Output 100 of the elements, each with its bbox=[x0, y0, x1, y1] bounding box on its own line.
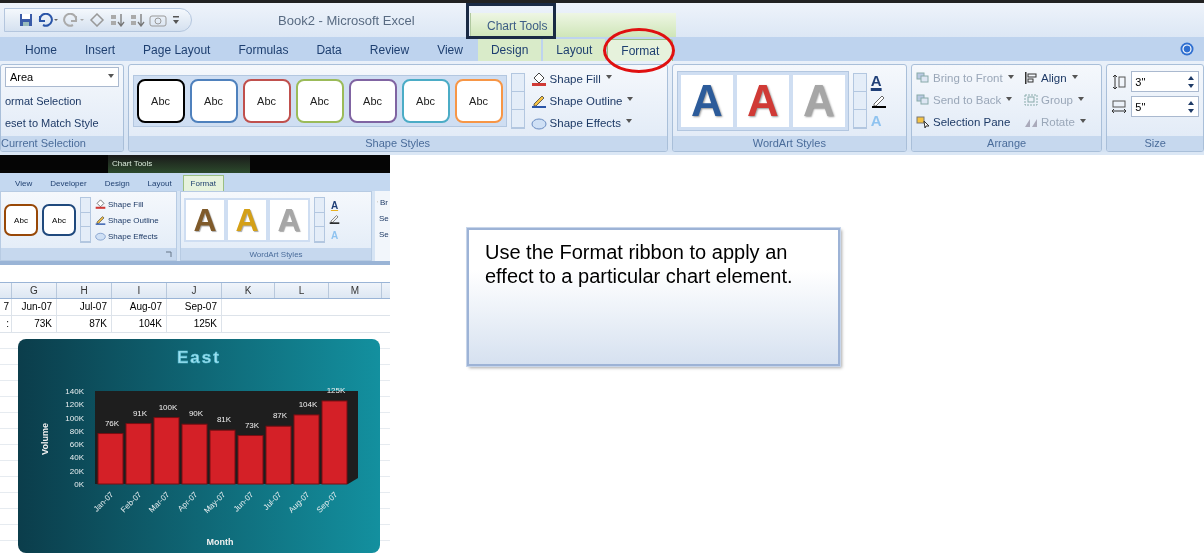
axis-tick-label: 40K bbox=[69, 453, 84, 463]
shape-style-swatch[interactable]: Abc bbox=[401, 78, 450, 123]
ribbon-command[interactable]: Shape Effects bbox=[95, 229, 159, 243]
bar bbox=[293, 414, 320, 485]
ribbon-tab[interactable]: Design bbox=[97, 176, 137, 191]
column-header[interactable]: I bbox=[112, 283, 167, 298]
size-spin-field[interactable]: 3" bbox=[1131, 71, 1199, 92]
text-outline-button[interactable] bbox=[329, 213, 340, 227]
shape-style-swatch[interactable]: Abc bbox=[4, 204, 38, 236]
axis-tick-label: 120K bbox=[65, 400, 84, 410]
sort-descending-icon[interactable] bbox=[129, 13, 145, 27]
data-label: 87K bbox=[272, 411, 288, 421]
shape-effects-icon bbox=[95, 231, 106, 241]
ribbon-tab[interactable]: Home bbox=[12, 39, 70, 61]
bar bbox=[181, 423, 208, 485]
ribbon-command[interactable]: Align bbox=[1023, 67, 1102, 89]
text-fill-button[interactable]: A bbox=[870, 72, 887, 89]
shape-style-swatch[interactable]: Abc bbox=[189, 78, 238, 123]
callout-text: Use the Format ribbon to apply an effect to a particular chart element. bbox=[485, 241, 793, 287]
ribbon-tab[interactable]: Developer bbox=[43, 176, 94, 191]
table-cell: Aug-07 bbox=[112, 299, 167, 315]
wordart-style-sample[interactable]: A bbox=[736, 74, 789, 127]
column-header[interactable]: M bbox=[329, 283, 382, 298]
pencil-icon bbox=[95, 215, 106, 225]
ribbon-command[interactable]: ormat Selection bbox=[5, 90, 119, 112]
x-axis-title: Month bbox=[206, 537, 234, 547]
shapes-icon[interactable] bbox=[89, 13, 105, 27]
table-cell: Jun-07 bbox=[12, 299, 57, 315]
spin-arrows-icon[interactable] bbox=[1187, 99, 1195, 114]
ribbon-tab[interactable]: Format bbox=[182, 175, 224, 191]
column-header[interactable]: G bbox=[12, 283, 57, 298]
shape-style-swatch[interactable]: Abc bbox=[295, 78, 344, 123]
bar bbox=[153, 417, 180, 485]
group-label: Shape Styles bbox=[128, 136, 667, 151]
column-header[interactable]: H bbox=[57, 283, 112, 298]
ribbon-command[interactable]: eset to Match Style bbox=[5, 112, 119, 134]
ribbon-tab[interactable]: Page Layout bbox=[130, 39, 224, 61]
ribbon-tab[interactable]: Design bbox=[477, 39, 542, 61]
undo-icon[interactable] bbox=[37, 13, 59, 27]
ribbon-command[interactable]: Br bbox=[377, 195, 388, 209]
data-label: 81K bbox=[216, 415, 232, 425]
ribbon-command[interactable]: Se bbox=[377, 211, 388, 225]
group-icon bbox=[1023, 94, 1038, 106]
shape-style-swatch[interactable]: Abc bbox=[136, 78, 185, 123]
shape-style-swatch[interactable]: Abc bbox=[348, 78, 397, 123]
ribbon-command[interactable]: Shape Outline bbox=[95, 213, 159, 227]
spin-arrows-icon[interactable] bbox=[1187, 74, 1195, 89]
ribbon-command[interactable]: Shape Fill bbox=[95, 197, 159, 211]
text-fill-button[interactable]: A bbox=[329, 198, 340, 212]
align-icon bbox=[1023, 72, 1038, 84]
shape-effects-icon bbox=[530, 115, 547, 130]
size-spin-field[interactable]: 5" bbox=[1131, 96, 1199, 117]
group-label: WordArt Styles bbox=[249, 249, 303, 259]
stacked-squares-icon bbox=[915, 72, 930, 84]
stacked-squares-icon bbox=[915, 94, 930, 106]
table-cell: Jul-07 bbox=[57, 299, 112, 315]
wordart-style-sample[interactable]: A bbox=[680, 74, 733, 127]
table-cell: : bbox=[0, 316, 12, 332]
axis-tick-label: 0K bbox=[74, 480, 84, 489]
axis-tick-label: 60K bbox=[69, 440, 84, 450]
ribbon-tab[interactable]: Formulas bbox=[225, 39, 302, 61]
width-icon bbox=[1111, 98, 1128, 115]
data-label: 91K bbox=[132, 408, 148, 418]
bar bbox=[125, 423, 152, 485]
ribbon-tab[interactable]: Review bbox=[356, 39, 423, 61]
paint-bucket-icon bbox=[530, 71, 547, 86]
shape-style-swatch[interactable]: Abc bbox=[454, 78, 503, 123]
contextual-tab-group-header: Chart Tools bbox=[108, 155, 250, 173]
ribbon-tab[interactable]: View bbox=[8, 176, 40, 191]
ribbon-tab[interactable]: View bbox=[424, 39, 476, 61]
ribbon-command[interactable]: Se bbox=[377, 227, 388, 241]
ribbon-command[interactable]: Shape Outline bbox=[530, 89, 634, 112]
sort-ascending-icon[interactable] bbox=[109, 13, 125, 27]
bar bbox=[97, 433, 124, 485]
ribbon-tab[interactable]: Layout bbox=[543, 39, 606, 61]
paint-bucket-icon bbox=[95, 199, 106, 209]
table-cell: Sep-07 bbox=[167, 299, 222, 315]
axis-tick-label: 80K bbox=[69, 426, 84, 436]
ribbon-tab[interactable]: Data bbox=[303, 39, 355, 61]
column-header[interactable]: J bbox=[167, 283, 222, 298]
column-header[interactable]: K bbox=[222, 283, 275, 298]
data-label: 76K bbox=[104, 418, 120, 428]
shape-style-swatch[interactable]: Abc bbox=[242, 78, 291, 123]
selection-pane-icon bbox=[915, 116, 930, 128]
group-label: Size bbox=[1107, 136, 1203, 151]
group-label: Arrange bbox=[911, 136, 1102, 151]
chart-element-dropdown[interactable]: Area bbox=[5, 67, 119, 87]
ribbon-tab[interactable]: Format bbox=[607, 39, 674, 61]
ribbon-command[interactable]: Shape Fill bbox=[530, 67, 634, 90]
help-icon[interactable] bbox=[1180, 42, 1194, 56]
ribbon-command[interactable]: Shape Effects bbox=[530, 111, 634, 134]
group-label: WordArt Styles bbox=[672, 136, 906, 151]
ribbon-tab[interactable]: Insert bbox=[72, 39, 129, 61]
table-cell: 104K bbox=[112, 316, 167, 332]
wordart-style-sample[interactable]: A bbox=[186, 200, 224, 240]
shape-style-swatch[interactable]: Abc bbox=[42, 204, 76, 236]
save-icon[interactable] bbox=[19, 13, 33, 27]
ribbon-command[interactable]: Selection Pane bbox=[915, 111, 1024, 133]
ribbon-tab[interactable]: Layout bbox=[140, 176, 179, 191]
column-header[interactable]: L bbox=[275, 283, 329, 298]
